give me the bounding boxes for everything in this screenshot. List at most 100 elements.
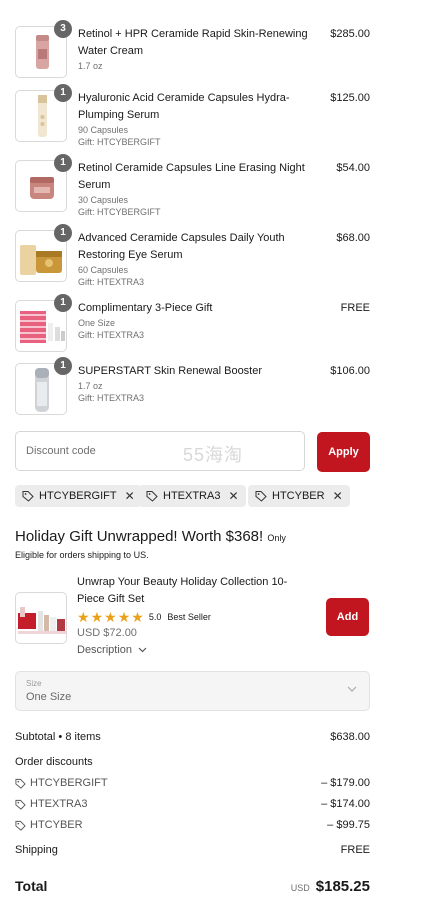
item-name-block: Retinol Ceramide Capsules Line Erasing N…	[78, 160, 318, 218]
total-value: $185.25	[315, 878, 370, 895]
applied-code-chip: HTCYBER ✕	[248, 485, 350, 507]
promo-title-text: Holiday Gift Unwrapped! Worth $368!	[15, 528, 264, 545]
discount-code-label: HTCYBER	[30, 819, 83, 831]
promo-product-thumbnail	[15, 592, 67, 644]
item-gift-code: Gift: HTCYBERGIFT	[78, 137, 161, 147]
item-name: Advanced Ceramide Capsules Daily Youth R…	[78, 232, 285, 261]
item-variant: One Size	[78, 318, 116, 328]
discount-amount: – $179.00	[321, 777, 370, 789]
size-value: One Size	[26, 691, 72, 703]
star-icon: ★	[90, 609, 104, 625]
chevron-down-icon	[347, 686, 357, 692]
subtotal-row: Subtotal • 8 items $638.00	[15, 731, 370, 743]
discount-code-input[interactable]	[16, 432, 304, 470]
item-name: Hyaluronic Acid Ceramide Capsules Hydra-…	[78, 92, 290, 121]
total-amount: USD $185.25	[291, 878, 370, 895]
subtotal-value: $638.00	[330, 731, 370, 743]
discount-row: HTCYBERGIFT – $179.00	[15, 777, 370, 789]
applied-code-chip: HTCYBERGIFT ✕	[15, 485, 142, 507]
currency-code: USD	[290, 883, 310, 893]
star-icon: ★	[131, 609, 144, 625]
item-name-block: Retinol + HPR Ceramide Rapid Skin-Renewi…	[78, 26, 318, 72]
item-variant: 1.7 oz	[78, 61, 103, 71]
description-toggle[interactable]: Description	[77, 644, 147, 656]
subtotal-label: Subtotal • 8 items	[15, 731, 101, 743]
order-discounts-label: Order discounts	[15, 756, 93, 768]
best-seller-badge: Best Seller	[167, 612, 211, 622]
cart-item: 1 Advanced Ceramide Capsules Daily Youth…	[15, 224, 370, 287]
discount-code-field[interactable]	[15, 431, 305, 471]
discount-row: HTEXTRA3 – $174.00	[15, 798, 370, 810]
item-variant: 90 Capsules	[78, 125, 129, 135]
item-variant: 60 Capsules	[78, 265, 129, 275]
item-name: SUPERSTART Skin Renewal Booster	[78, 365, 263, 377]
item-price: $106.00	[330, 365, 370, 377]
chip-label: HTEXTRA3	[163, 490, 221, 502]
item-name-block: Advanced Ceramide Capsules Daily Youth R…	[78, 230, 318, 288]
close-icon[interactable]: ✕	[333, 489, 343, 503]
quantity-badge: 1	[54, 294, 72, 312]
size-select[interactable]: Size One Size	[15, 671, 370, 711]
quantity-badge: 1	[54, 84, 72, 102]
item-name: Complimentary 3-Piece Gift	[78, 302, 213, 314]
discount-code-label: HTEXTRA3	[30, 798, 88, 810]
tag-icon	[255, 491, 267, 502]
tag-icon	[146, 491, 158, 502]
shipping-label: Shipping	[15, 844, 58, 856]
item-name-block: Hyaluronic Acid Ceramide Capsules Hydra-…	[78, 90, 318, 148]
cart-item: 1 SUPERSTART Skin Renewal Booster 1.7 oz…	[15, 357, 370, 415]
promo-price: USD $72.00	[77, 627, 137, 639]
item-price: $125.00	[330, 92, 370, 104]
item-name-block: Complimentary 3-Piece Gift One Size Gift…	[78, 300, 318, 341]
star-icon: ★	[104, 609, 117, 625]
discount-code-label: HTCYBERGIFT	[30, 777, 108, 789]
order-discounts-row: Order discounts	[15, 756, 370, 768]
shipping-value: FREE	[340, 844, 370, 856]
size-label: Size	[26, 679, 42, 688]
promo-title: Holiday Gift Unwrapped! Worth $368! Only	[15, 528, 286, 545]
tag-icon	[15, 778, 26, 789]
item-name-block: SUPERSTART Skin Renewal Booster 1.7 oz G…	[78, 363, 318, 404]
item-price: FREE	[340, 302, 370, 314]
tag-icon	[22, 491, 34, 502]
item-variant: 30 Capsules	[78, 195, 129, 205]
cart-item: 1 Retinol Ceramide Capsules Line Erasing…	[15, 154, 370, 217]
tag-icon	[15, 820, 26, 831]
quantity-badge: 3	[54, 20, 72, 38]
item-name: Retinol + HPR Ceramide Rapid Skin-Renewi…	[78, 28, 308, 57]
rating-value: 5.0	[148, 612, 162, 622]
applied-code-chip: HTEXTRA3 ✕	[139, 485, 246, 507]
quantity-badge: 1	[54, 357, 72, 375]
watermark: 55海淘	[183, 445, 244, 465]
close-icon[interactable]: ✕	[228, 489, 238, 503]
chip-label: HTCYBERGIFT	[39, 490, 117, 502]
item-name: Retinol Ceramide Capsules Line Erasing N…	[78, 162, 305, 191]
rating-row: ★ ★ ★ ★ ★ 5.0 Best Seller	[77, 610, 211, 624]
promo-product-name: Unwrap Your Beauty Holiday Collection 10…	[77, 576, 288, 605]
chevron-down-icon	[138, 647, 147, 653]
shipping-row: Shipping FREE	[15, 844, 370, 856]
discount-code: HTCYBERGIFT	[15, 777, 370, 789]
total-row: Total USD $185.25	[15, 878, 370, 895]
discount-amount: – $99.75	[327, 819, 370, 831]
cart-item: 1 Complimentary 3-Piece Gift One Size Gi…	[15, 294, 370, 352]
item-price: $54.00	[336, 162, 370, 174]
item-price: $68.00	[336, 232, 370, 244]
item-gift-code: Gift: HTEXTRA3	[78, 393, 145, 403]
item-variant: 1.7 oz	[78, 381, 103, 391]
discount-row: HTCYBER – $99.75	[15, 819, 370, 831]
star-icon: ★	[117, 609, 131, 625]
tag-icon	[15, 799, 26, 810]
add-button[interactable]: Add	[326, 598, 369, 636]
total-label: Total	[15, 878, 48, 894]
cart-item: 3 Retinol + HPR Ceramide Rapid Skin-Rene…	[15, 20, 370, 78]
description-label: Description	[77, 644, 133, 656]
item-price: $285.00	[330, 28, 370, 40]
item-gift-code: Gift: HTEXTRA3	[78, 330, 145, 340]
apply-button[interactable]: Apply	[317, 432, 370, 472]
promo-title-suffix: Only	[267, 533, 286, 543]
close-icon[interactable]: ✕	[125, 489, 135, 503]
quantity-badge: 1	[54, 224, 72, 242]
item-gift-code: Gift: HTCYBERGIFT	[78, 207, 161, 217]
star-icon: ★	[77, 609, 90, 625]
